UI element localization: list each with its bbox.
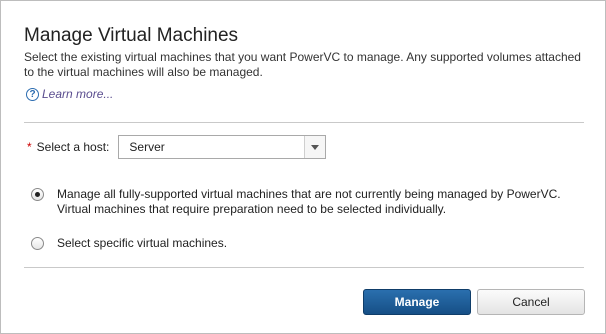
host-selector-row: * Select a host: Server [27,135,327,159]
cancel-button[interactable]: Cancel [477,289,585,315]
radio-manage-all[interactable] [31,188,44,201]
question-circle-icon: ? [26,87,39,101]
required-marker: * [27,140,32,154]
option-manage-all[interactable]: Manage all fully-supported virtual machi… [31,187,577,217]
manage-vms-dialog: Manage Virtual Machines Select the exist… [0,0,606,334]
dialog-description: Select the existing virtual machines tha… [24,50,581,79]
learn-more-text[interactable]: Learn more... [42,87,113,101]
dropdown-toggle[interactable] [304,136,326,158]
radio-select-specific[interactable] [31,237,44,250]
chevron-down-icon [311,144,320,150]
host-select[interactable]: Server [118,135,327,159]
dialog-title: Manage Virtual Machines [24,25,239,46]
host-label: Select a host: [36,140,110,154]
learn-more-link[interactable]: ? Learn more... [26,87,113,101]
divider-bottom [24,267,584,268]
host-select-value: Server [129,140,165,154]
divider-top [24,122,584,123]
option-select-specific-label: Select specific virtual machines. [57,236,228,250]
option-select-specific[interactable]: Select specific virtual machines. [31,236,577,251]
option-manage-all-label: Manage all fully-supported virtual machi… [57,187,561,216]
manage-button[interactable]: Manage [363,289,471,315]
radio-selected-dot [35,192,40,197]
